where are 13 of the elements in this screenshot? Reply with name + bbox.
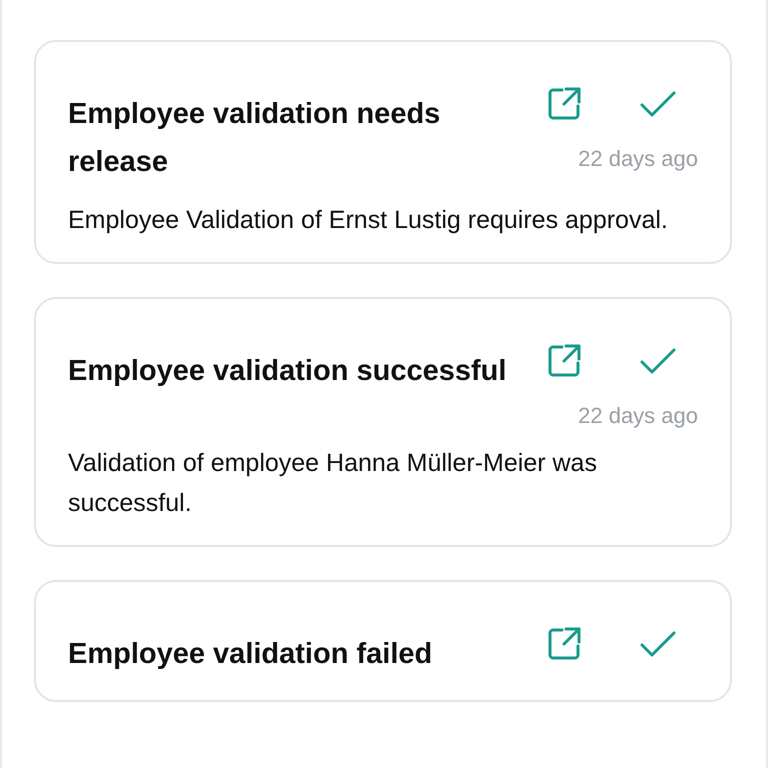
- notification-message: Employee Validation of Ernst Lustig requires approval.: [68, 205, 669, 236]
- notification-message: Validation of employee Hanna Müller-Meier was successful.: [68, 448, 598, 519]
- open-button[interactable]: [546, 86, 582, 122]
- notification-title: Employee validation successful: [68, 354, 508, 389]
- timestamp: 22 days ago: [578, 403, 698, 429]
- notification-title: Employee validation failed: [68, 637, 434, 672]
- external-link-icon: [546, 343, 582, 379]
- open-button[interactable]: [546, 626, 582, 662]
- notification-title: Employee validation needs release: [68, 97, 442, 180]
- external-link-icon: [546, 626, 582, 662]
- timestamp: 22 days ago: [578, 146, 698, 172]
- external-link-icon: [546, 86, 582, 122]
- open-button[interactable]: [546, 343, 582, 379]
